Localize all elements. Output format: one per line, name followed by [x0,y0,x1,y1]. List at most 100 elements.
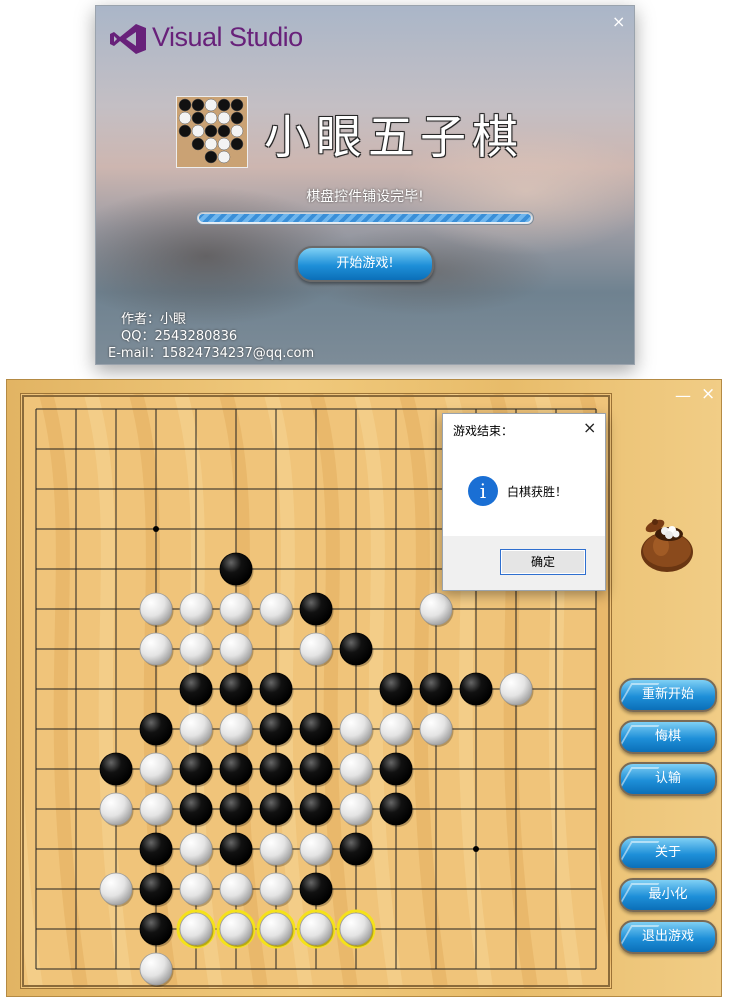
white-stone [219,592,253,626]
minimize-button[interactable]: 最小化 [619,878,717,912]
black-stone [379,752,413,786]
black-stone [259,752,293,786]
close-icon[interactable]: × [612,12,625,31]
thumbnail-stone [230,98,244,112]
white-stone [99,872,133,906]
brand-name: Visual Studio [152,22,303,52]
close-icon[interactable]: × [701,384,715,404]
black-stone [259,792,293,826]
black-stone [299,712,333,746]
black-stone [179,752,213,786]
game-title: 小眼五子棋 [264,110,524,164]
white-stone [499,672,533,706]
ok-button[interactable]: 确定 [500,549,586,575]
white-stone [339,752,373,786]
white-stone [219,712,253,746]
about-button[interactable]: 关于 [619,836,717,870]
white-stone [179,592,213,626]
black-stone [259,672,293,706]
stone-bowl-icon [641,519,693,572]
black-stone [379,672,413,706]
black-stone [379,792,413,826]
white-stone [419,592,453,626]
black-stone [139,912,173,946]
thumbnail-stone [204,124,218,138]
thumbnail-stone [191,137,205,151]
white-stone [179,832,213,866]
exit-game-button[interactable]: 退出游戏 [619,920,717,954]
white-stone [139,792,173,826]
black-stone [219,672,253,706]
black-stone [139,872,173,906]
thumbnail-stone [217,137,231,151]
thumbnail-stone [230,137,244,151]
black-stone [419,672,453,706]
thumbnail-stone [217,124,231,138]
start-game-button[interactable]: 开始游戏! [296,246,434,282]
loading-status: 棋盘控件铺设完毕! [306,189,424,205]
info-icon: i [468,476,498,506]
thumbnail-stone [178,111,192,125]
thumbnail-stone [204,98,218,112]
black-stone [99,752,133,786]
black-stone [219,792,253,826]
white-stone [139,952,173,986]
white-stone [179,872,213,906]
game-window: — × 重新开始 悔棋 认输 关于 最小化 退出游戏 [6,379,722,997]
thumbnail-stone [204,150,218,164]
game-thumbnail [176,96,248,168]
thumbnail-stone [230,111,244,125]
thumbnail-stone [178,98,192,112]
white-stone [219,872,253,906]
white-stone [219,632,253,666]
progress-bar [196,211,534,225]
white-stone [339,792,373,826]
white-stone [299,832,333,866]
thumbnail-stone [191,98,205,112]
thumbnail-stone [204,137,218,151]
black-stone [299,872,333,906]
restart-button[interactable]: 重新开始 [619,678,717,712]
close-icon[interactable]: × [583,418,596,437]
black-stone [299,752,333,786]
black-stone [219,752,253,786]
undo-button[interactable]: 悔棋 [619,720,717,754]
black-stone [179,792,213,826]
black-stone [459,672,493,706]
thumbnail-stone [217,98,231,112]
white-stone [99,792,133,826]
black-stone [339,832,373,866]
thumbnail-stone [178,124,192,138]
game-over-dialog: 游戏结束： × i 白棋获胜！ 确定 [442,413,606,591]
white-stone [179,712,213,746]
black-stone [179,672,213,706]
thumbnail-stone [191,111,205,125]
white-stone [379,712,413,746]
thumbnail-stone [230,124,244,138]
white-stone [339,712,373,746]
minimize-icon[interactable]: — [675,386,691,405]
white-stone [179,912,213,946]
resign-button[interactable]: 认输 [619,762,717,796]
thumbnail-stone [204,111,218,125]
white-stone [259,592,293,626]
black-stone [299,792,333,826]
black-stone [219,832,253,866]
white-stone [179,632,213,666]
splash-window: Visual Studio × 小眼五子棋 棋盘控件铺设完毕! 开始游戏! 作者… [95,5,635,365]
white-stone [299,912,333,946]
white-stone [259,872,293,906]
white-stone [339,912,373,946]
black-stone [299,592,333,626]
thumbnail-stone [217,111,231,125]
black-stone [339,632,373,666]
white-stone [139,592,173,626]
white-stone [299,632,333,666]
white-stone [419,712,453,746]
white-stone [259,912,293,946]
dialog-title: 游戏结束： [453,424,514,438]
dialog-footer: 确定 [443,536,605,590]
white-stone [219,912,253,946]
star-point [153,526,159,532]
white-stone [259,832,293,866]
